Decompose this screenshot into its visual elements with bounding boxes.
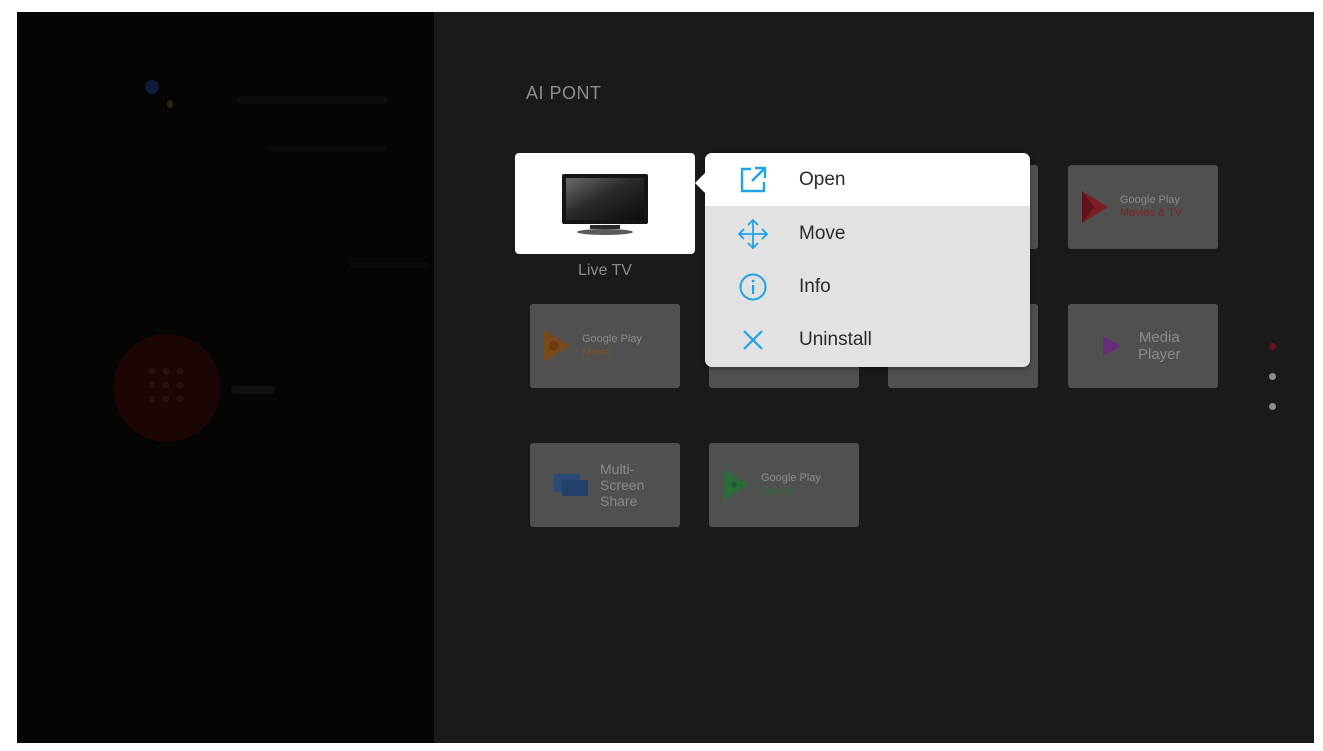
close-x-icon: [737, 324, 769, 356]
page-indicator-dot: [1269, 373, 1276, 380]
home-left-panel-dimmed: [17, 12, 434, 743]
menu-item-info[interactable]: Info: [705, 260, 1030, 313]
tv-screen: AI PONT Google Play Movies & TV Google P…: [17, 12, 1314, 743]
menu-label-open: Open: [799, 168, 846, 190]
tile-label-line1: Google Play: [1120, 194, 1180, 206]
tile-label-line2: Player: [1138, 346, 1181, 363]
app-tile-google-play-music[interactable]: Google Play Music: [530, 304, 680, 388]
google-play-movies-icon: [1082, 191, 1108, 223]
menu-label-uninstall: Uninstall: [799, 328, 872, 350]
ghost-text-line: [349, 262, 429, 268]
ghost-text-line: [237, 96, 387, 104]
tile-label-line3: Share: [600, 493, 638, 509]
menu-item-open[interactable]: Open: [705, 153, 1030, 206]
tile-label-line2: Music: [582, 346, 611, 358]
tile-label-line1: Google Play: [761, 472, 821, 484]
app-context-menu: Open Move Info Uninstall: [695, 153, 1030, 367]
tile-label-line2: Games: [761, 485, 797, 497]
page-indicator-dot-active: [1269, 343, 1276, 350]
tile-label-line1: Multi-: [600, 461, 635, 477]
app-tile-multi-screen-share[interactable]: Multi- Screen Share: [530, 443, 680, 527]
assistant-dot-icon-secondary: [167, 100, 173, 108]
app-tile-live-tv-selected[interactable]: [515, 153, 695, 254]
app-tile-media-player[interactable]: Media Player: [1068, 304, 1218, 388]
live-tv-icon: [562, 173, 648, 235]
app-label-live-tv: Live TV: [578, 262, 632, 279]
tile-label-line1: Google Play: [582, 333, 642, 345]
tile-label-line2: Movies & TV: [1120, 207, 1183, 219]
google-play-games-icon: [723, 469, 749, 501]
section-title: AI PONT: [526, 83, 602, 103]
tile-label-line2: Screen: [600, 477, 645, 493]
menu-item-move[interactable]: Move: [705, 207, 1030, 260]
menu-pointer-arrow: [695, 173, 705, 193]
ghost-text-line: [267, 146, 387, 152]
apps-grid-icon: [145, 364, 189, 408]
tile-label-line1: Media: [1138, 329, 1180, 346]
move-arrows-icon: [737, 218, 769, 250]
ghost-text-line: [231, 386, 275, 394]
info-icon: [737, 271, 769, 303]
page-indicator-dot: [1269, 403, 1276, 410]
menu-item-uninstall[interactable]: Uninstall: [705, 313, 1030, 366]
menu-label-move: Move: [799, 222, 846, 244]
multi-screen-share-icon: [554, 474, 588, 496]
media-player-play-icon: [1103, 336, 1121, 356]
app-tile-google-play-movies[interactable]: Google Play Movies & TV: [1068, 165, 1218, 249]
open-external-icon: [737, 164, 769, 196]
assistant-dot-icon: [145, 80, 159, 94]
google-play-music-icon: [544, 330, 570, 362]
menu-label-info: Info: [799, 275, 831, 297]
app-tile-google-play-games[interactable]: Google Play Games: [709, 443, 859, 527]
